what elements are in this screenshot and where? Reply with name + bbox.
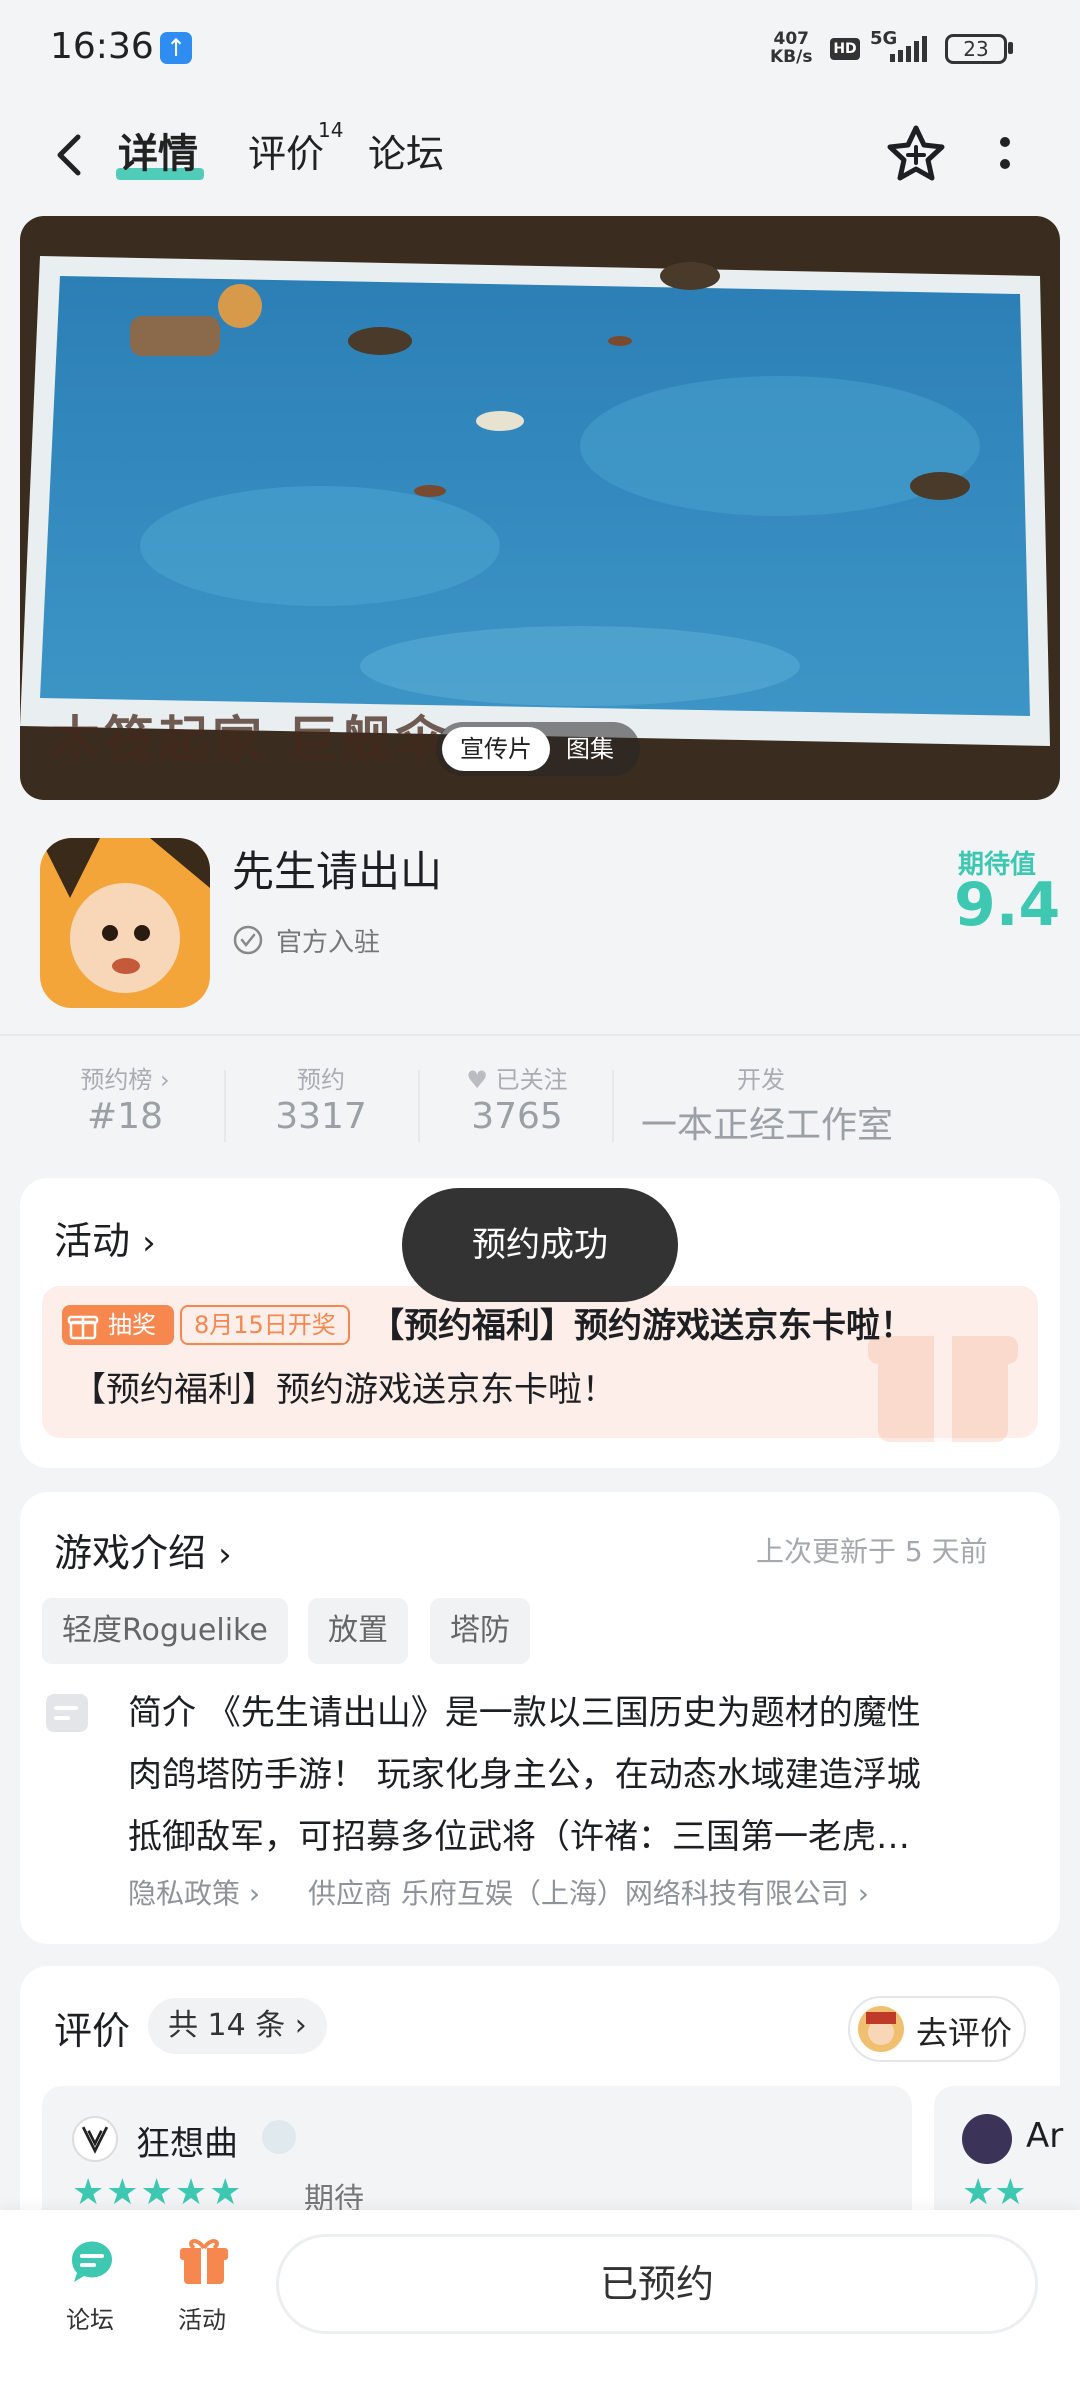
reservations-value: 3317 — [275, 1096, 367, 1137]
tab-details-label: 详情 — [118, 131, 198, 177]
activity-label[interactable]: 活动 — [178, 2300, 226, 2335]
reserved-button[interactable]: 已预约 — [276, 2234, 1038, 2334]
tab-reviews[interactable]: 评价 — [248, 124, 324, 184]
last-updated: 上次更新于 5 天前 — [756, 1535, 988, 1568]
status-time: 16:36 — [50, 26, 154, 67]
supplier-text: 供应商 乐府互娱（上海）网络科技有限公司 — [307, 1877, 849, 1910]
genre-tag[interactable]: 轻度Roguelike — [42, 1598, 288, 1664]
more-options-icon[interactable] — [990, 130, 1020, 180]
followers-value: 3765 — [471, 1096, 563, 1137]
reviewer-name: 狂想曲 — [136, 2124, 238, 2164]
network-speed-value: 407 — [773, 29, 809, 49]
intro-line: 肉鸽塔防手游！ 玩家化身主公，在动态水域建造浮城 — [128, 1755, 921, 1795]
reviewer-name: Ar — [1026, 2116, 1064, 2156]
divider — [0, 1034, 1080, 1036]
media-tab-video[interactable]: 宣传片 — [442, 727, 550, 771]
app-name: 先生请出山 — [232, 847, 443, 896]
activity-title-text: 活动 — [54, 1219, 131, 1263]
policy-links: 隐私政策 › 供应商 乐府互娱（上海）网络科技有限公司 › — [128, 1872, 869, 1912]
reviewer-badge-icon — [262, 2120, 296, 2154]
intro-line: 简介 《先生请出山》是一款以三国历史为题材的魔性 — [128, 1693, 921, 1733]
official-label: 官方入驻 — [276, 928, 381, 958]
network-speed-unit: KB/s — [770, 47, 813, 67]
rating-stars: ★★ — [962, 2172, 1027, 2213]
intro-section-title[interactable]: 游戏介绍 › — [54, 1522, 232, 1577]
intro-description[interactable]: 简介 《先生请出山》是一款以三国历史为题材的魔性 肉鸽塔防手游！ 玩家化身主公，… — [128, 1682, 1008, 1868]
developer-label: 开发 — [737, 1066, 785, 1094]
battery-icon: 23 — [945, 34, 1007, 64]
forum-icon[interactable] — [64, 2234, 120, 2290]
stat-separator — [224, 1070, 226, 1142]
privacy-policy-link[interactable]: 隐私政策 › — [128, 1877, 260, 1910]
upload-icon: ↑ — [160, 32, 192, 64]
review-count-text: 共 14 条 — [168, 2008, 286, 2043]
battery-tip — [1008, 42, 1013, 54]
forum-label[interactable]: 论坛 — [66, 2300, 114, 2335]
supplier-link[interactable]: 供应商 乐府互娱（上海）网络科技有限公司 › — [308, 1877, 869, 1910]
verified-check-icon — [233, 925, 263, 955]
intro-line: 抵御敌军，可招募多位武将（许褚：三国第一老虎… — [128, 1817, 910, 1857]
tab-forum[interactable]: 论坛 — [368, 124, 444, 184]
app-icon — [40, 838, 210, 1008]
draw-date-tag: 8月15日开奖 — [180, 1305, 350, 1345]
heart-check-icon: ♥ — [466, 1066, 488, 1094]
review-section-title: 评价 — [54, 2009, 131, 2053]
write-review-label: 去评价 — [916, 2014, 1013, 2052]
stat-separator — [418, 1070, 420, 1142]
stat-separator — [612, 1070, 614, 1142]
review-count-badge: 14 — [318, 118, 344, 142]
tab-details[interactable]: 详情 — [118, 124, 198, 184]
activity-gift-icon[interactable] — [176, 2234, 232, 2290]
signal-icon — [890, 36, 927, 62]
back-arrow-icon[interactable] — [50, 125, 90, 185]
gift-icon — [67, 1315, 99, 1340]
document-icon — [46, 1694, 88, 1732]
genre-tag[interactable]: 放置 — [308, 1598, 408, 1664]
expectation-score: 9.4 — [954, 870, 1061, 940]
review-count-button[interactable]: 共 14 条 › — [148, 1998, 327, 2054]
reservations-label: 预约 — [297, 1066, 345, 1094]
chevron-right-icon: › — [218, 1535, 232, 1575]
rating-stars: ★★★★★ — [72, 2172, 244, 2213]
rank-label[interactable]: 预约榜 › — [50, 1060, 200, 1095]
activity-section-title[interactable]: 活动 › — [54, 1210, 156, 1265]
reviewer-avatar — [962, 2114, 1012, 2164]
banner-caption: 木筏起家 巨舰伞 — [50, 711, 450, 769]
genre-tag[interactable]: 塔防 — [430, 1598, 530, 1664]
game-map-artwork — [20, 256, 1050, 746]
user-avatar — [858, 2006, 904, 2052]
rank-value[interactable]: #18 — [50, 1096, 200, 1137]
intro-title-text: 游戏介绍 — [54, 1531, 207, 1575]
activity-event-title: 【预约福利】预约游戏送京东卡啦！ — [370, 1306, 914, 1346]
privacy-policy-text: 隐私政策 — [128, 1877, 241, 1910]
reviewer-avatar — [72, 2116, 118, 2162]
hd-icon: HD — [830, 38, 860, 60]
favorite-star-icon[interactable] — [884, 122, 948, 186]
chevron-right-icon: › — [142, 1223, 156, 1263]
toast-message: 预约成功 — [402, 1188, 678, 1302]
followed-label[interactable]: ♥ 已关注 — [442, 1060, 592, 1095]
media-tab-gallery[interactable]: 图集 — [566, 727, 614, 771]
developer-value[interactable]: 一本正经工作室 — [632, 1096, 902, 1148]
activity-event-desc: 【预约福利】预约游戏送京东卡啦！ — [72, 1370, 616, 1410]
followed-label-text: 已关注 — [495, 1066, 568, 1094]
network-speed: 407 KB/s — [770, 30, 812, 66]
